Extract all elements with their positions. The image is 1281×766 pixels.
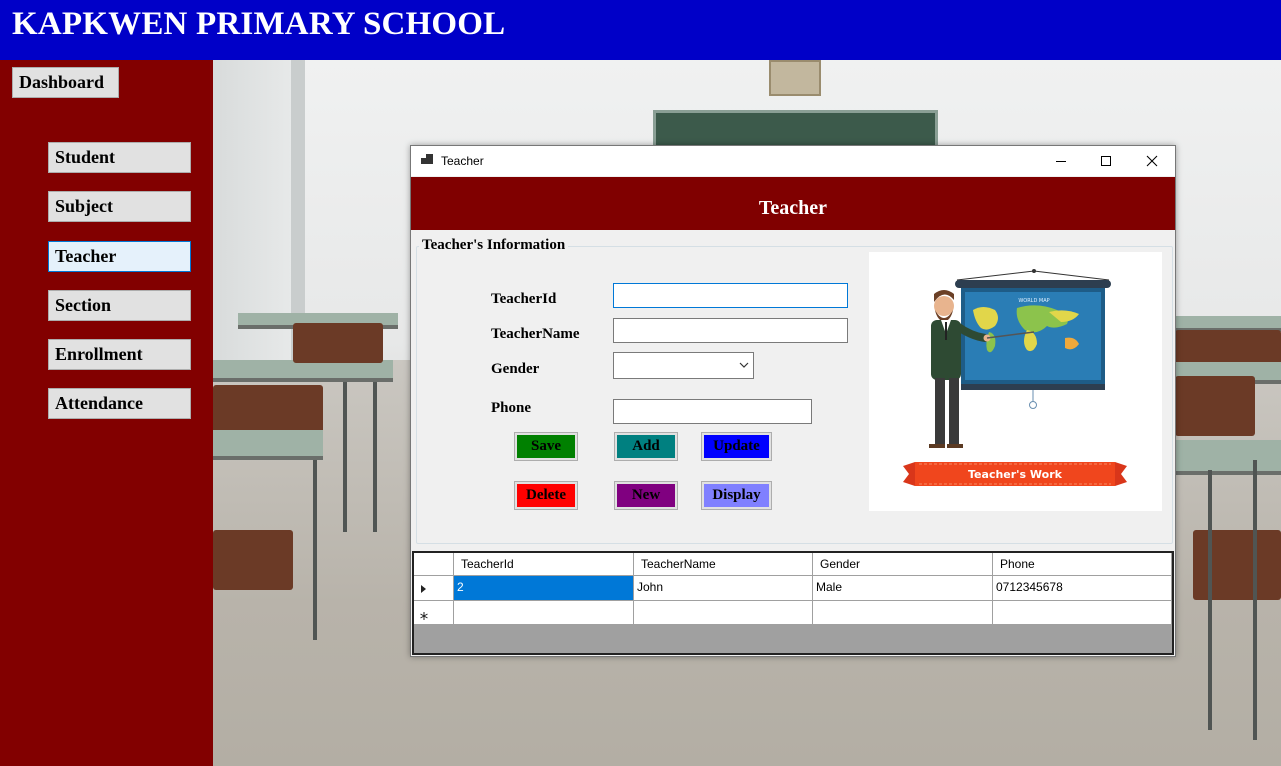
new-button-label: New [617, 484, 675, 507]
grid-new-row-header[interactable] [414, 601, 454, 625]
phone-input[interactable] [613, 399, 812, 424]
form-heading: Teacher [758, 197, 828, 219]
ribbon-text: Teacher's Work [968, 468, 1063, 481]
teacher-illustration: WORLD MAP Teacher's Work [869, 252, 1162, 511]
window-titlebar[interactable]: Teacher [411, 146, 1175, 176]
display-button[interactable]: Display [701, 481, 772, 510]
sidebar-item-enrollment[interactable]: Enrollment [48, 339, 191, 370]
delete-button[interactable]: Delete [514, 481, 578, 510]
grid-cell-phone[interactable]: 0712345678 [993, 576, 1172, 601]
sidebar-item-subject[interactable]: Subject [48, 191, 191, 222]
form-banner: Teacher [411, 177, 1175, 230]
sidebar-item-attendance[interactable]: Attendance [48, 388, 191, 419]
update-button[interactable]: Update [701, 432, 772, 461]
chalkboard [653, 110, 938, 150]
grid-new-cell-phone[interactable] [993, 601, 1172, 625]
minimize-button[interactable] [1038, 146, 1084, 176]
save-button[interactable]: Save [514, 432, 578, 461]
new-button[interactable]: New [614, 481, 678, 510]
grid-cell-gender[interactable]: Male [813, 576, 993, 601]
grid-header-teacherid[interactable]: TeacherId [454, 553, 634, 576]
maximize-button[interactable] [1083, 146, 1129, 176]
group-title: Teacher's Information [419, 237, 569, 254]
minimize-icon [1056, 161, 1066, 162]
update-button-label: Update [704, 435, 769, 458]
grid-new-cell-teachername[interactable] [634, 601, 813, 625]
window-title: Teacher [441, 154, 484, 168]
sidebar: Dashboard Student Subject Teacher Sectio… [0, 60, 213, 766]
current-row-arrow-icon [421, 585, 426, 593]
grid-header-gender[interactable]: Gender [813, 553, 993, 576]
teacher-id-input[interactable] [613, 283, 848, 308]
new-row-asterisk-icon [420, 612, 428, 620]
grid-row-header[interactable] [414, 576, 454, 601]
gender-select[interactable] [613, 352, 754, 379]
teacher-name-input[interactable] [613, 318, 848, 343]
delete-button-label: Delete [517, 484, 575, 507]
chevron-down-icon [739, 362, 749, 368]
grid-cell-teacherid[interactable]: 2 [454, 576, 634, 601]
close-icon [1146, 155, 1158, 167]
grid-cell-teachername[interactable]: John [634, 576, 813, 601]
world-map-title: WORLD MAP [1018, 298, 1049, 304]
grid-header-teachername[interactable]: TeacherName [634, 553, 813, 576]
grid-new-cell-gender[interactable] [813, 601, 993, 625]
teacher-name-label: TeacherName [491, 326, 580, 342]
sidebar-item-student[interactable]: Student [48, 142, 191, 173]
window-app-icon [421, 154, 433, 166]
add-button[interactable]: Add [614, 432, 678, 461]
grid-new-cell-teacherid[interactable] [454, 601, 634, 625]
add-button-label: Add [617, 435, 675, 458]
close-button[interactable] [1129, 146, 1175, 176]
app-header: KAPKWEN PRIMARY SCHOOL [0, 0, 1281, 60]
teacher-id-label: TeacherId [491, 291, 557, 307]
gender-label: Gender [491, 361, 540, 377]
save-button-label: Save [517, 435, 575, 458]
dashboard-button[interactable]: Dashboard [12, 67, 119, 98]
portrait-frame [769, 60, 821, 96]
grid-header-phone[interactable]: Phone [993, 553, 1172, 576]
sidebar-item-teacher[interactable]: Teacher [48, 241, 191, 272]
display-button-label: Display [704, 484, 769, 507]
grid-corner-header[interactable] [414, 553, 454, 576]
maximize-icon [1101, 156, 1111, 166]
sidebar-item-section[interactable]: Section [48, 290, 191, 321]
teacher-data-grid[interactable]: TeacherId TeacherName Gender Phone 2 Joh… [412, 551, 1174, 655]
teacher-window: Teacher Teacher Teacher's Information Te… [410, 145, 1176, 657]
phone-label: Phone [491, 400, 532, 416]
app-title: KAPKWEN PRIMARY SCHOOL [12, 6, 506, 42]
